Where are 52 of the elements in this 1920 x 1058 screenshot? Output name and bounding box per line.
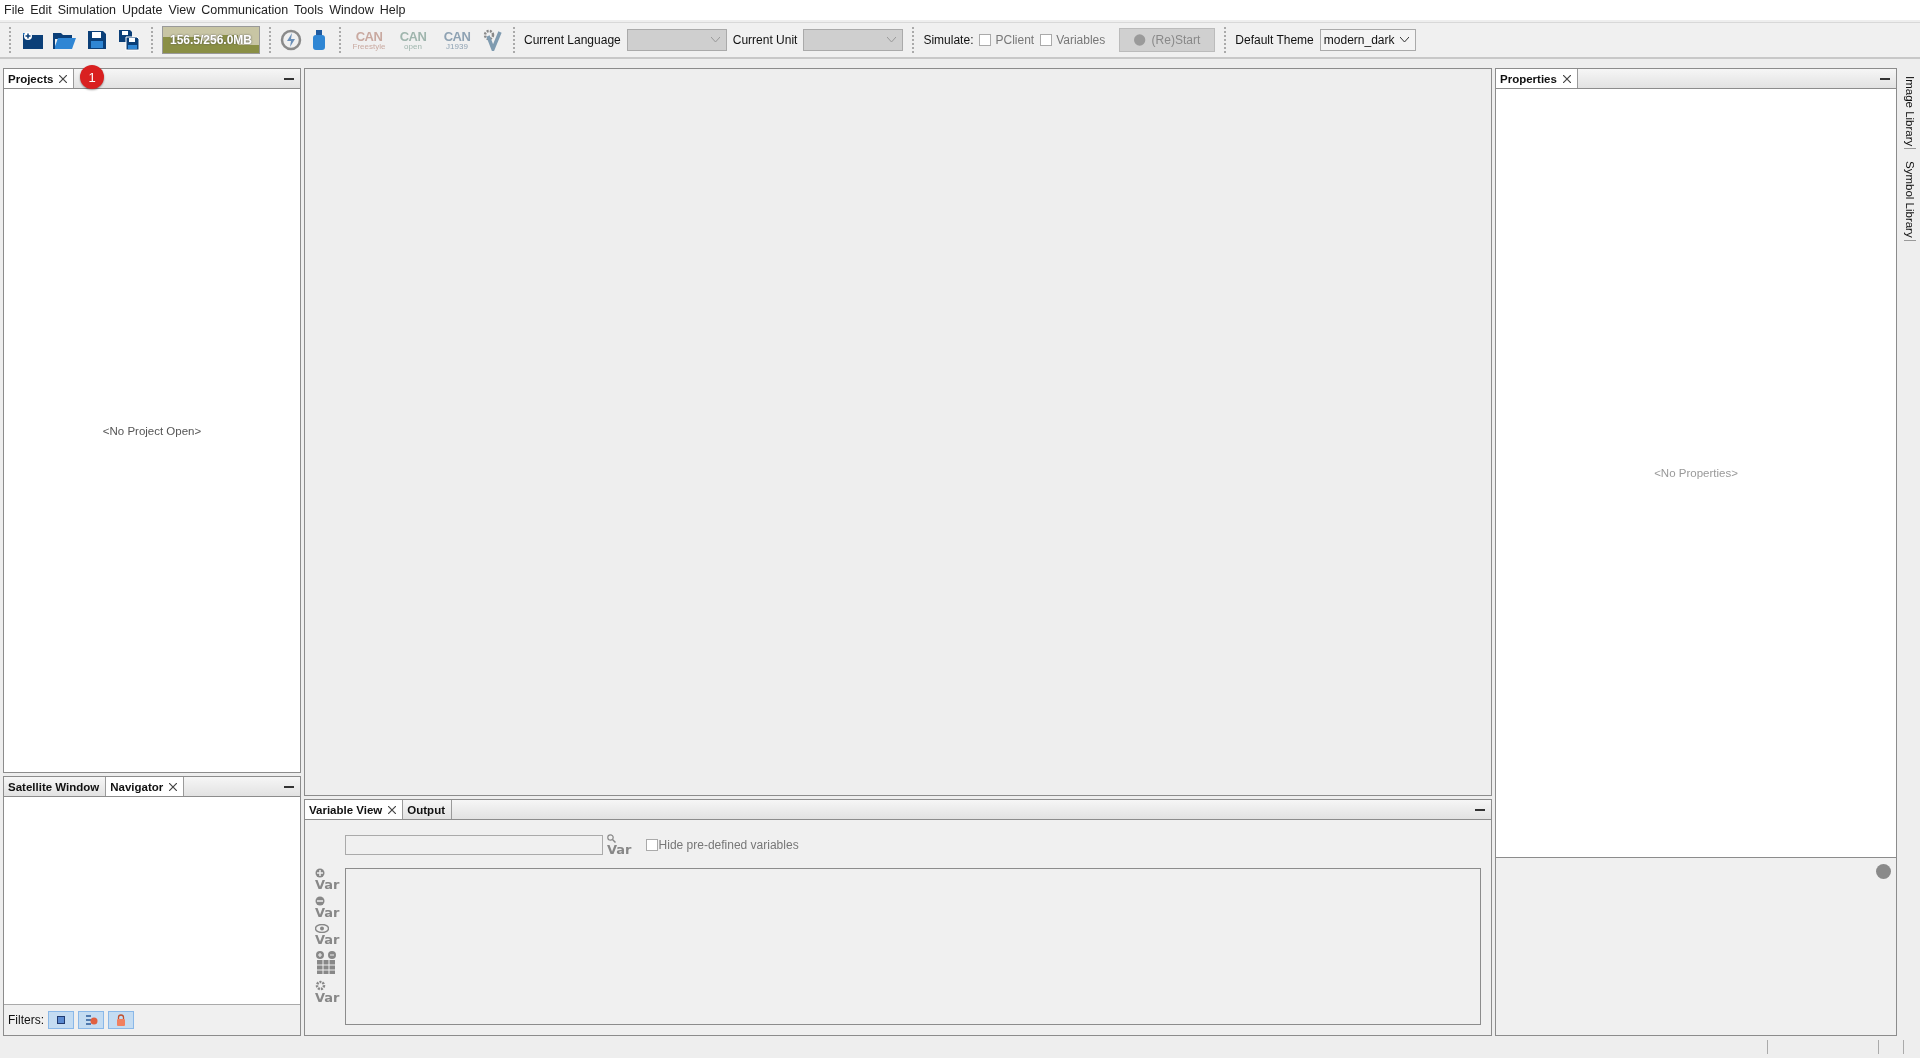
side-tab[interactable]: Image Library [1904,74,1916,150]
filters-label: Filters: [8,1013,44,1027]
menu-item[interactable]: File [4,3,30,17]
minimize-icon[interactable] [284,77,294,80]
empty-message: <No Properties> [1654,467,1738,479]
dot-icon [1134,32,1146,48]
panel-tab[interactable]: Variable View [305,800,404,819]
language-label: Current Language [524,33,621,47]
lock-icon [116,1014,126,1026]
checkbox[interactable] [1040,34,1053,46]
panel-tab[interactable]: Output [403,800,452,819]
menu-item[interactable]: Window [329,3,379,17]
close-icon[interactable] [59,74,68,83]
close-icon[interactable] [1562,74,1571,83]
panel-tab[interactable]: Properties [1496,69,1578,88]
lines-dot-icon [84,1014,98,1026]
menu-item[interactable]: Tools [294,3,329,17]
checkbox[interactable] [979,34,992,46]
filter-button[interactable] [48,1011,74,1029]
lightning-circle-icon [280,29,302,51]
minimize-icon[interactable] [1475,808,1485,811]
panel-tab[interactable]: Navigator [106,777,185,796]
menu-item[interactable]: Communication [201,3,294,17]
empty-message: <No Project Open> [102,424,202,437]
close-icon[interactable] [388,805,397,814]
annotation-badge: 1 [80,65,104,89]
checkbox-label: Variables [1056,33,1106,47]
square-icon [57,1016,65,1024]
search-field[interactable] [345,835,603,855]
checkbox-label: PClient [995,33,1035,47]
caret-icon [710,37,720,43]
gear-v-icon [482,29,504,51]
menu-item[interactable]: View [168,3,201,17]
menu-item[interactable]: Edit [30,3,57,17]
side-tab[interactable]: Symbol Library [1904,159,1916,241]
theme-label: Default Theme [1235,33,1314,47]
checkbox-label: Hide pre-defined variables [658,838,799,852]
minimize-icon[interactable] [1880,77,1890,80]
save-all-icon[interactable] [116,27,142,53]
caret-icon [1399,37,1409,43]
caret-icon [887,37,897,43]
panel-tab[interactable]: Projects [4,69,75,88]
checkbox[interactable] [645,839,658,851]
menu-item[interactable]: Help [379,3,411,17]
theme-dropdown[interactable]: modern_dark [1319,29,1416,51]
menu-item[interactable]: Update [122,3,168,17]
help-icon[interactable] [1876,864,1891,879]
unit-label: Current Unit [732,33,798,47]
close-icon[interactable] [169,782,178,791]
simulate-label: Simulate: [923,33,974,47]
minimize-icon[interactable] [284,785,294,788]
menu-item[interactable]: Simulation [57,3,122,17]
